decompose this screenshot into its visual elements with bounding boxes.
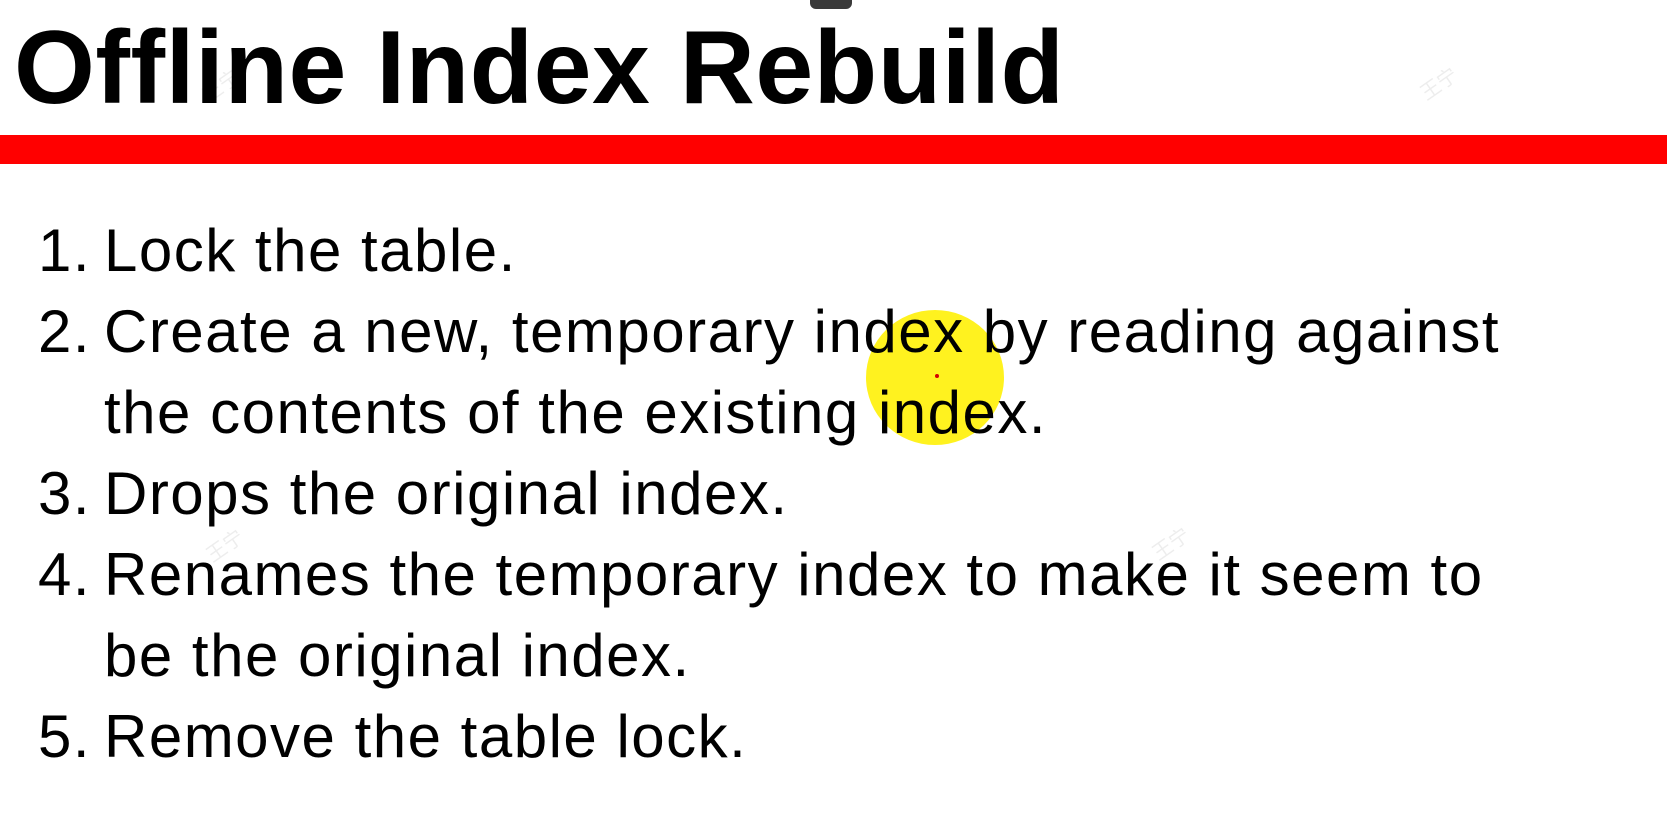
step-text-line: Remove the table lock.: [104, 703, 748, 770]
step-text: Renames the temporary index to make it s…: [104, 534, 1484, 696]
step-text-line: be the original index.: [104, 622, 691, 689]
step-number: 4.: [38, 541, 92, 608]
slide: Offline Index Rebuild 1. Lock the table.…: [0, 0, 1667, 826]
step-number: 3.: [38, 460, 92, 527]
steps-list: 1. Lock the table. 2. Create a new, temp…: [38, 210, 1500, 777]
title-divider: [0, 135, 1667, 164]
list-item: 5. Remove the table lock.: [38, 696, 1500, 777]
list-item: 1. Lock the table.: [38, 210, 1500, 291]
list-item: 2. Create a new, temporary index by read…: [38, 291, 1500, 453]
cursor-pointer-icon: [935, 374, 939, 378]
slide-title: Offline Index Rebuild: [14, 10, 1065, 126]
list-item: 3. Drops the original index.: [38, 453, 1500, 534]
step-text: Create a new, temporary index by reading…: [104, 291, 1500, 453]
list-item: 4. Renames the temporary index to make i…: [38, 534, 1500, 696]
step-number: 5.: [38, 703, 92, 770]
step-text-line: Renames the temporary index to make it s…: [104, 541, 1484, 608]
step-text-line: Create a new, temporary index by reading…: [104, 298, 1501, 365]
watermark: 王宁: [1415, 62, 1463, 106]
step-text-line: Drops the original index.: [104, 460, 789, 527]
step-number: 2.: [38, 298, 92, 365]
step-number: 1.: [38, 217, 92, 284]
step-text: Lock the table.: [104, 210, 517, 291]
step-text: Remove the table lock.: [104, 696, 747, 777]
step-text-line: Lock the table.: [104, 217, 517, 284]
step-text: Drops the original index.: [104, 453, 789, 534]
